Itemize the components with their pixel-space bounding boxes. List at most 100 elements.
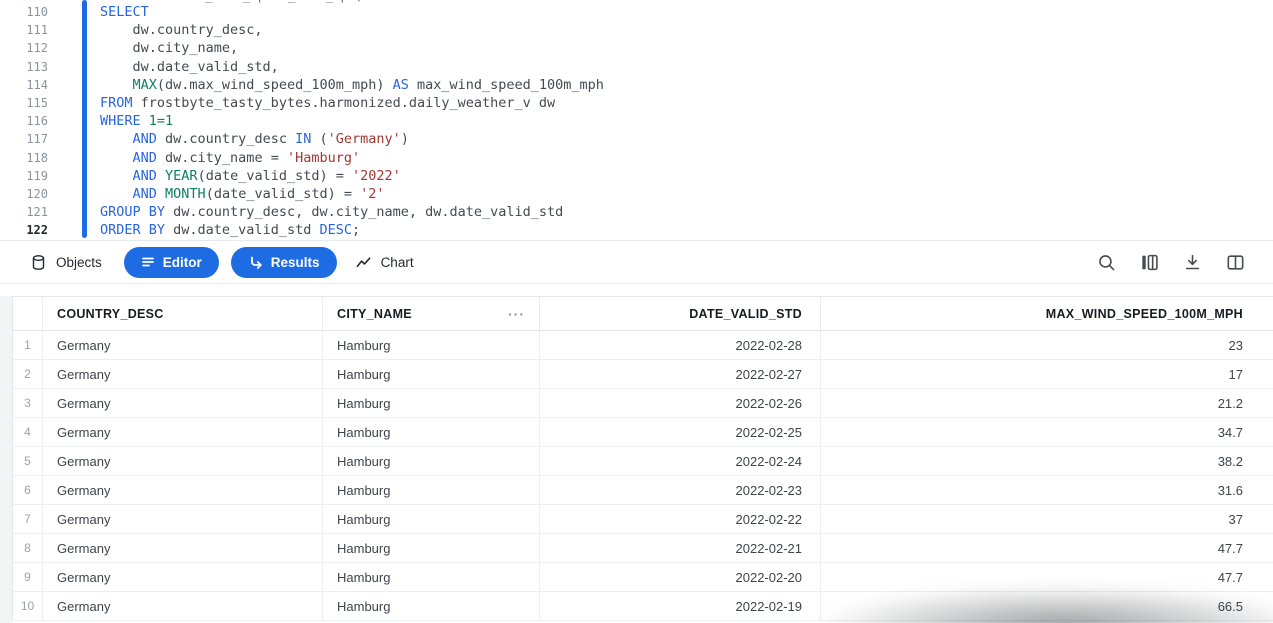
results-tab-button[interactable]: Results	[231, 247, 337, 278]
code-text: AND dw.country_desc IN ('Germany')	[100, 130, 409, 148]
cell-city_name[interactable]: Hamburg	[323, 563, 540, 592]
code-line[interactable]: 113 dw.date_valid_std,	[0, 58, 1273, 76]
cell-max_wind_speed_100m_mph[interactable]: 17	[821, 360, 1273, 389]
row-number[interactable]: 4	[13, 418, 43, 447]
cell-country_desc[interactable]: Germany	[43, 563, 323, 592]
cell-max_wind_speed_100m_mph[interactable]: 66.5	[821, 592, 1273, 621]
line-number: 112	[0, 39, 48, 57]
cell-city_name[interactable]: Hamburg	[323, 592, 540, 621]
column-header-label: DATE_VALID_STD	[689, 307, 802, 321]
cell-city_name[interactable]: Hamburg	[323, 505, 540, 534]
code-line[interactable]: 110SELECT	[0, 3, 1273, 21]
cell-date_valid_std[interactable]: 2022-02-19	[540, 592, 821, 621]
line-number: 120	[0, 185, 48, 203]
code-line[interactable]: 115 FROM frostbyte_tasty_bytes.harmonized…	[0, 94, 1273, 112]
cell-country_desc[interactable]: Germany	[43, 331, 323, 360]
code-line[interactable]: 111 dw.country_desc,	[0, 21, 1273, 39]
objects-label: Objects	[56, 255, 102, 270]
code-text: FROM frostbyte_tasty_bytes.harmonized.da…	[100, 94, 555, 112]
cell-max_wind_speed_100m_mph[interactable]: 47.7	[821, 563, 1273, 592]
code-line[interactable]: 119 AND YEAR(date_valid_std) = '2022'	[0, 167, 1273, 185]
columns-icon[interactable]	[1138, 251, 1160, 273]
row-number[interactable]: 3	[13, 389, 43, 418]
chart-tab-label: Chart	[381, 255, 414, 270]
results-panel: COUNTRY_DESCCITY_NAME··· DATE_VALID_STD MA…	[0, 284, 1273, 623]
editor-tab-button[interactable]: Editor	[124, 247, 219, 278]
cell-country_desc[interactable]: Germany	[43, 447, 323, 476]
statement-selection-bar	[82, 0, 87, 238]
row-number[interactable]: 1	[13, 331, 43, 360]
cell-max_wind_speed_100m_mph[interactable]: 37	[821, 505, 1273, 534]
code-line[interactable]: 121GROUP BY dw.country_desc, dw.city_nam…	[0, 203, 1273, 221]
cell-country_desc[interactable]: Germany	[43, 476, 323, 505]
toolbar-right-actions	[1095, 251, 1246, 273]
row-number[interactable]: 2	[13, 360, 43, 389]
search-icon[interactable]	[1095, 251, 1117, 273]
cell-max_wind_speed_100m_mph[interactable]: 31.6	[821, 476, 1273, 505]
editor-lines-icon	[141, 255, 155, 269]
cell-city_name[interactable]: Hamburg	[323, 331, 540, 360]
cell-country_desc[interactable]: Germany	[43, 592, 323, 621]
cell-date_valid_std[interactable]: 2022-02-23	[540, 476, 821, 505]
cell-city_name[interactable]: Hamburg	[323, 360, 540, 389]
row-number[interactable]: 8	[13, 534, 43, 563]
line-number: 116	[0, 112, 48, 130]
row-number[interactable]: 6	[13, 476, 43, 505]
objects-button[interactable]: Objects	[30, 254, 102, 271]
code-line[interactable]: 117 AND dw.country_desc IN ('Germany')	[0, 130, 1273, 148]
download-icon[interactable]	[1181, 251, 1203, 273]
cell-date_valid_std[interactable]: 2022-02-24	[540, 447, 821, 476]
cell-country_desc[interactable]: Germany	[43, 389, 323, 418]
column-menu-icon[interactable]: ···	[508, 307, 525, 321]
chart-line-icon	[355, 254, 372, 271]
cell-country_desc[interactable]: Germany	[43, 534, 323, 563]
cell-date_valid_std[interactable]: 2022-02-26	[540, 389, 821, 418]
cell-date_valid_std[interactable]: 2022-02-21	[540, 534, 821, 563]
code-text: MAX(dw.max_wind_speed_100m_mph) AS max_w…	[100, 76, 604, 94]
code-text: ORDER BY dw.date_valid_std DESC;	[100, 221, 360, 239]
cell-max_wind_speed_100m_mph[interactable]: 23	[821, 331, 1273, 360]
cell-city_name[interactable]: Hamburg	[323, 534, 540, 563]
results-grid: COUNTRY_DESCCITY_NAME··· DATE_VALID_STD MA…	[12, 296, 1273, 621]
row-number[interactable]: 5	[13, 447, 43, 476]
column-header-city_name[interactable]: CITY_NAME···	[323, 297, 540, 331]
cell-max_wind_speed_100m_mph[interactable]: 38.2	[821, 447, 1273, 476]
code-line[interactable]: 112 dw.city_name,	[0, 39, 1273, 57]
column-header-date_valid_std[interactable]: DATE_VALID_STD	[540, 297, 821, 331]
cell-date_valid_std[interactable]: 2022-02-22	[540, 505, 821, 534]
cell-country_desc[interactable]: Germany	[43, 360, 323, 389]
column-header-country_desc[interactable]: COUNTRY_DESC	[43, 297, 323, 331]
column-header-max_wind_speed_100m_mph[interactable]: MAX_WIND_SPEED_100M_MPH	[821, 297, 1273, 331]
code-text: dw.country_desc,	[100, 21, 263, 39]
cell-max_wind_speed_100m_mph[interactable]: 21.2	[821, 389, 1273, 418]
cell-city_name[interactable]: Hamburg	[323, 389, 540, 418]
row-number[interactable]: 10	[13, 592, 43, 621]
code-line[interactable]: 116WHERE 1=1	[0, 112, 1273, 130]
code-line[interactable]: 114 MAX(dw.max_wind_speed_100m_mph) AS m…	[0, 76, 1273, 94]
cell-max_wind_speed_100m_mph[interactable]: 47.7	[821, 534, 1273, 563]
row-number[interactable]: 7	[13, 505, 43, 534]
cell-date_valid_std[interactable]: 2022-02-20	[540, 563, 821, 592]
cell-max_wind_speed_100m_mph[interactable]: 34.7	[821, 418, 1273, 447]
cell-country_desc[interactable]: Germany	[43, 505, 323, 534]
split-view-icon[interactable]	[1224, 251, 1246, 273]
cell-city_name[interactable]: Hamburg	[323, 476, 540, 505]
line-number: 115	[0, 94, 48, 112]
row-number[interactable]: 9	[13, 563, 43, 592]
code-line[interactable]: 118 AND dw.city_name = 'Hamburg'	[0, 149, 1273, 167]
chart-tab-button[interactable]: Chart	[355, 254, 414, 271]
cell-city_name[interactable]: Hamburg	[323, 418, 540, 447]
cell-date_valid_std[interactable]: 2022-02-28	[540, 331, 821, 360]
code-line[interactable]: 120 AND MONTH(date_valid_std) = '2'	[0, 185, 1273, 203]
code-text: AND MONTH(date_valid_std) = '2'	[100, 185, 385, 203]
code-line[interactable]: 122ORDER BY dw.date_valid_std DESC;	[0, 221, 1273, 239]
cell-country_desc[interactable]: Germany	[43, 418, 323, 447]
results-tab-label: Results	[271, 255, 320, 270]
editor-tab-label: Editor	[163, 255, 202, 270]
cell-city_name[interactable]: Hamburg	[323, 447, 540, 476]
grid-header-row: COUNTRY_DESCCITY_NAME··· DATE_VALID_STD MA…	[13, 297, 1273, 331]
cell-date_valid_std[interactable]: 2022-02-27	[540, 360, 821, 389]
table-row: 5GermanyHamburg2022-02-2438.2	[13, 447, 1273, 476]
sql-editor[interactable]: dw.max_wind_speed_100m_mph, 110SELECT111…	[0, 0, 1273, 240]
cell-date_valid_std[interactable]: 2022-02-25	[540, 418, 821, 447]
